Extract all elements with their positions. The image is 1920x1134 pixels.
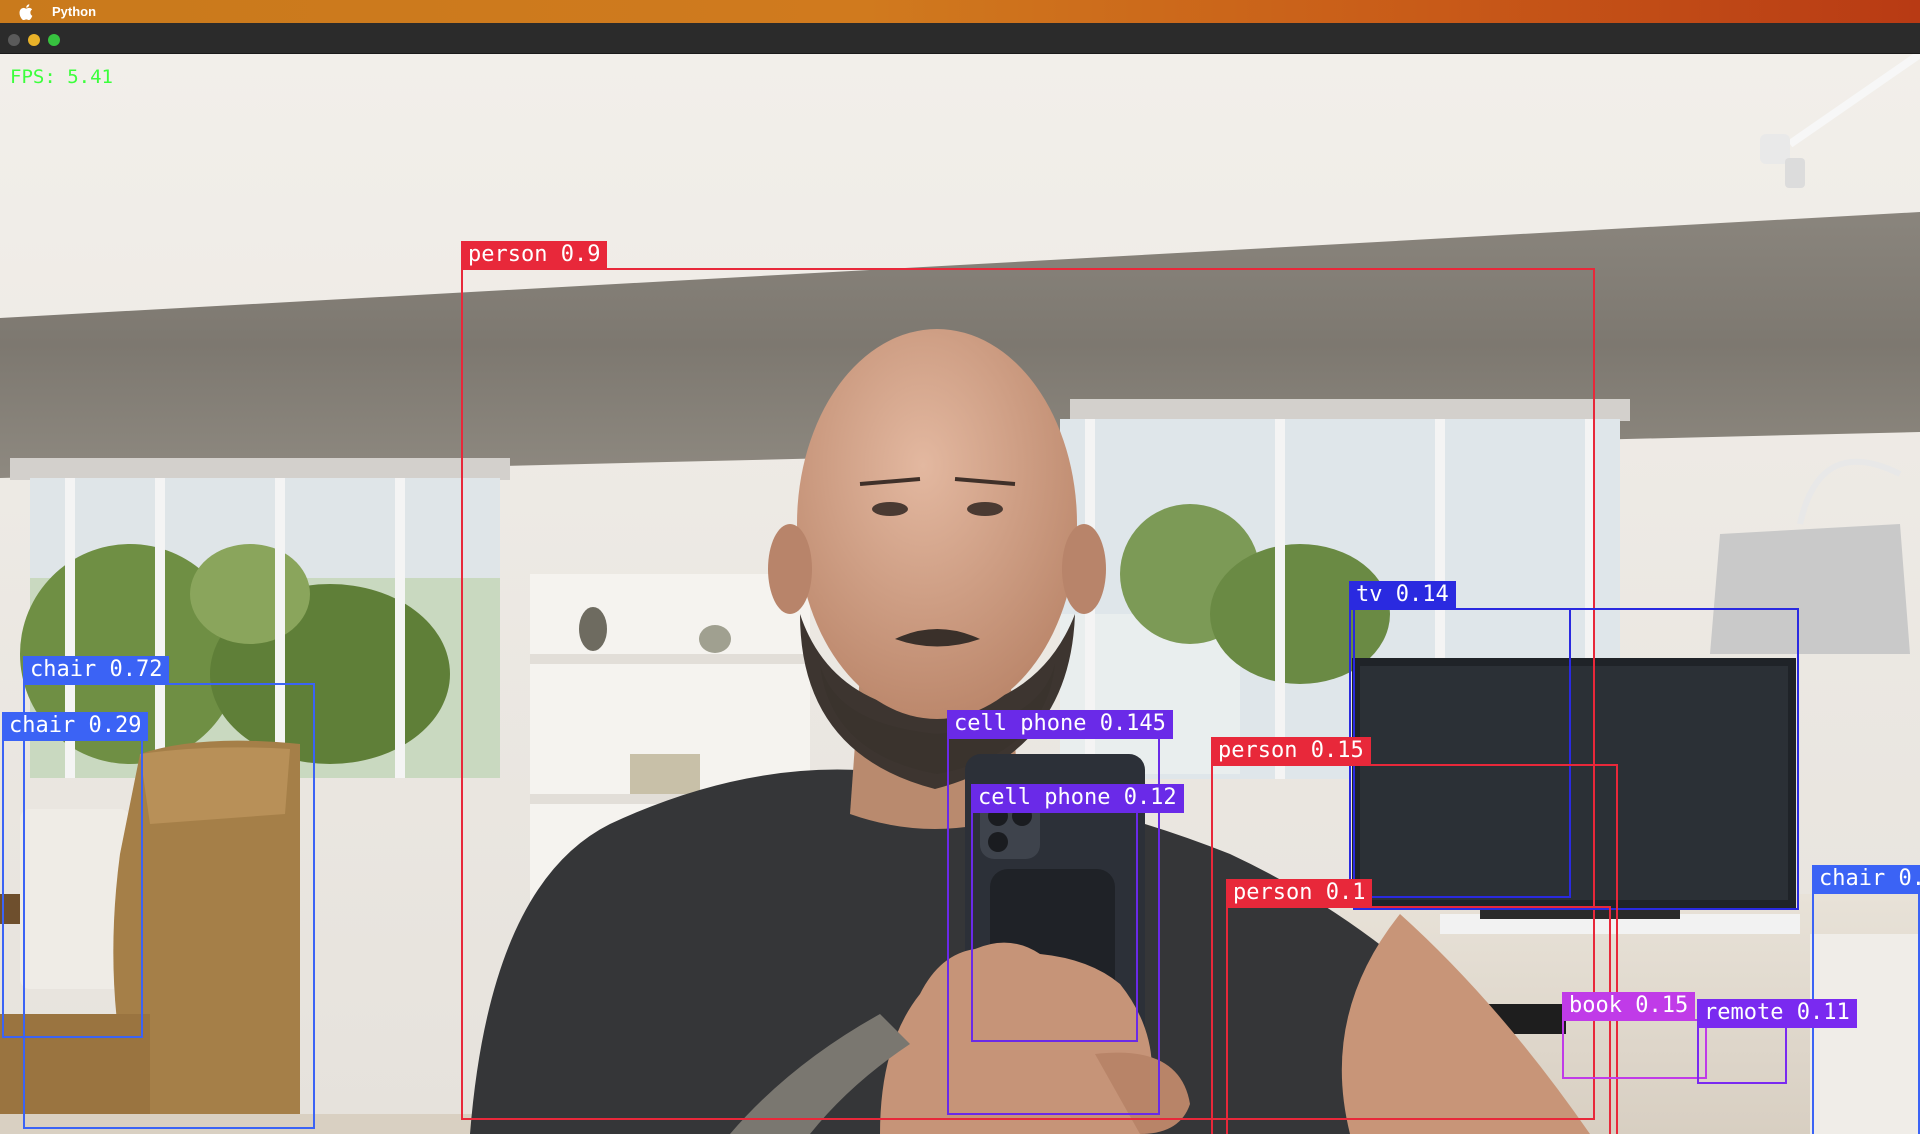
camera-view: FPS: 5.41 person 0.9 chair 0.72 chair 0.… [0,54,1920,1134]
detection-label: chair 0.72 [23,656,170,685]
minimize-button[interactable] [28,34,40,46]
fps-counter: FPS: 5.41 [10,66,113,88]
detection-label: book 0.15 [1562,992,1696,1021]
detection-label: cell phone 0.12 [971,784,1184,813]
detection-label: chair 0. [1812,865,1920,894]
window-title-bar [0,23,1920,54]
menu-bar: Python [0,0,1920,23]
detection-box: remote 0.11 [1697,999,1857,1084]
close-button[interactable] [8,34,20,46]
detection-label: tv 0.14 [1349,581,1456,610]
detection-label: remote 0.11 [1697,999,1857,1028]
app-menu-python[interactable]: Python [52,4,96,19]
apple-logo-icon[interactable] [19,3,35,21]
detection-label: person 0.1 [1226,879,1373,908]
detection-box: chair 0.29 [2,712,149,1038]
detection-box: book 0.15 [1562,992,1707,1079]
detection-label: person 0.9 [461,241,608,270]
detection-label: chair 0.29 [2,712,149,741]
detection-label: cell phone 0.145 [947,710,1173,739]
detection-box: cell phone 0.12 [971,784,1184,1042]
detection-label: person 0.15 [1211,737,1371,766]
detection-box: person 0.1 [1226,879,1611,1134]
zoom-button[interactable] [48,34,60,46]
